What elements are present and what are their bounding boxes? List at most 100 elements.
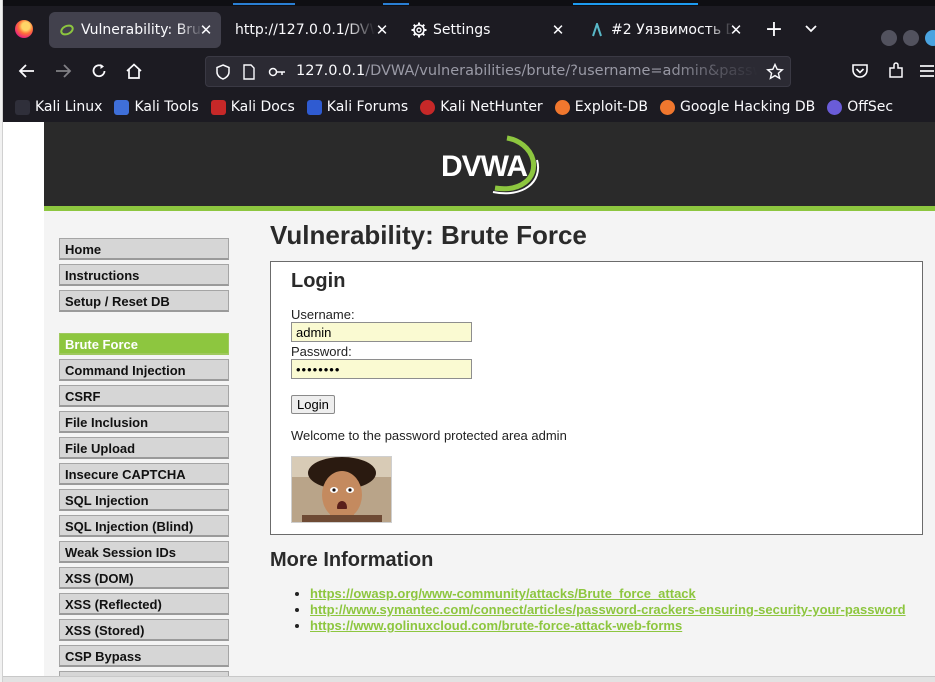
tab-dvwa-url[interactable]: http://127.0.0.1/DVWA/ ✕	[225, 12, 397, 48]
extensions-icon[interactable]	[885, 60, 907, 82]
bookmark-label: Kali Linux	[35, 99, 103, 115]
web-page: DVWA Home Instructions Setup / Reset DB Bru…	[3, 122, 935, 682]
close-tab-icon[interactable]: ✕	[727, 21, 745, 39]
kali-tools-icon	[114, 99, 130, 115]
menu-item-xss-dom[interactable]: XSS (DOM)	[59, 567, 229, 589]
horizontal-scrollbar[interactable]	[3, 676, 935, 682]
kali-dragon-icon	[15, 99, 30, 115]
menu-item-sql-injection-blind[interactable]: SQL Injection (Blind)	[59, 515, 229, 537]
menu-item-brute-force[interactable]: Brute Force	[59, 333, 229, 355]
menu-item-weak-session-ids[interactable]: Weak Session IDs	[59, 541, 229, 563]
page-info-icon[interactable]	[240, 63, 258, 81]
tab-settings[interactable]: Settings ✕	[401, 12, 573, 48]
offsec-icon	[827, 99, 843, 115]
golinuxcloud-link[interactable]: https://www.golinuxcloud.com/brute-force…	[310, 618, 682, 633]
app-menu-icon[interactable]	[915, 60, 935, 82]
bookmark-label: OffSec	[847, 99, 894, 115]
bookmark-offsec[interactable]: OffSec	[827, 99, 893, 115]
close-tab-icon[interactable]: ✕	[549, 21, 567, 39]
gear-icon	[411, 22, 427, 38]
permissions-icon[interactable]	[268, 63, 286, 81]
tab-list-chevron-icon[interactable]	[803, 20, 825, 42]
system-top-bar	[3, 0, 935, 6]
bookmark-label: Kali Tools	[134, 99, 199, 115]
url-text[interactable]: 127.0.0.1/DVWA/vulnerabilities/brute/?us…	[296, 63, 758, 79]
more-info-heading: More Information	[270, 549, 434, 571]
dvwa-logo[interactable]: DVWA	[431, 126, 561, 206]
symantec-link[interactable]: http://www.symantec.com/connect/articles…	[310, 602, 906, 617]
shield-icon[interactable]	[214, 63, 232, 81]
google-hacking-db-icon	[659, 99, 675, 115]
navigation-bar: 127.0.0.1/DVWA/vulnerabilities/brute/?us…	[3, 52, 935, 90]
list-item: http://www.symantec.com/connect/articles…	[310, 602, 930, 618]
username-input[interactable]	[291, 322, 472, 342]
new-tab-plus-icon[interactable]: +	[763, 19, 785, 42]
bookmark-label: Kali Forums	[326, 99, 409, 115]
menu-item-file-inclusion[interactable]: File Inclusion	[59, 411, 229, 433]
menu-item-instructions[interactable]: Instructions	[59, 264, 229, 286]
login-heading: Login	[291, 270, 346, 292]
minimize-window-icon[interactable]	[881, 30, 897, 46]
tab-label: http://127.0.0.1/DVWA/	[235, 22, 375, 38]
menu-item-sql-injection[interactable]: SQL Injection	[59, 489, 229, 511]
reload-icon[interactable]	[88, 60, 110, 82]
password-input[interactable]	[291, 359, 472, 379]
address-bar[interactable]: 127.0.0.1/DVWA/vulnerabilities/brute/?us…	[205, 56, 791, 87]
page-left-margin	[3, 122, 44, 682]
menu-item-csrf[interactable]: CSRF	[59, 385, 229, 407]
tab-dvwa-article[interactable]: #2 Уязвимость DVWA ✕	[579, 12, 751, 48]
maximize-window-icon[interactable]	[903, 30, 919, 46]
back-arrow-icon[interactable]	[16, 60, 38, 82]
exploit-db-icon	[554, 99, 570, 115]
main-content: Vulnerability: Brute Force Login Usernam…	[270, 220, 930, 634]
login-panel: Login Username: Password: Login Welcome …	[270, 261, 923, 535]
dvwa-sidebar-menu: Home Instructions Setup / Reset DB Brute Fo…	[59, 238, 229, 682]
menu-item-setup-reset-db[interactable]: Setup / Reset DB	[59, 290, 229, 312]
tab-label: Vulnerability: Brute Force	[81, 22, 203, 38]
menu-item-xss-stored[interactable]: XSS (Stored)	[59, 619, 229, 641]
firefox-icon[interactable]	[15, 20, 33, 38]
username-label: Username:	[291, 307, 355, 322]
kali-docs-icon	[210, 99, 226, 115]
more-info-links: https://owasp.org/www-community/attacks/…	[270, 586, 930, 634]
close-window-icon[interactable]	[925, 30, 935, 46]
bookmark-kali-tools[interactable]: Kali Tools	[114, 99, 199, 115]
tab-label: Settings	[433, 22, 491, 38]
page-icon	[589, 22, 605, 38]
dvwa-header: DVWA	[44, 122, 935, 206]
menu-item-command-injection[interactable]: Command Injection	[59, 359, 229, 381]
bookmark-google-hacking-db[interactable]: Google Hacking DB	[659, 99, 815, 115]
pocket-icon[interactable]	[849, 60, 871, 82]
bookmark-kali-docs[interactable]: Kali Docs	[210, 99, 295, 115]
menu-item-file-upload[interactable]: File Upload	[59, 437, 229, 459]
tab-brute-force[interactable]: Vulnerability: Brute Force ✕	[49, 12, 221, 48]
bookmark-exploit-db[interactable]: Exploit-DB	[554, 99, 648, 115]
header-accent-bar	[44, 206, 935, 211]
menu-item-insecure-captcha[interactable]: Insecure CAPTCHA	[59, 463, 229, 485]
menu-item-home[interactable]: Home	[59, 238, 229, 260]
kali-nethunter-icon	[420, 99, 436, 115]
welcome-message: Welcome to the password protected area a…	[291, 428, 567, 443]
url-path: /DVWA/vulnerabilities/brute/?username=ad…	[365, 63, 758, 79]
home-icon[interactable]	[123, 60, 145, 82]
bookmark-kali-linux[interactable]: Kali Linux	[15, 99, 102, 115]
password-label: Password:	[291, 344, 352, 359]
browser-chrome: Vulnerability: Brute Force ✕ http://127.…	[3, 0, 935, 122]
bookmark-label: Kali NetHunter	[440, 99, 543, 115]
admin-avatar-image	[291, 456, 392, 523]
bookmark-label: Kali Docs	[230, 99, 295, 115]
bookmarks-toolbar: Kali Linux Kali Tools Kali Docs Kali For…	[3, 94, 935, 120]
menu-item-csp-bypass[interactable]: CSP Bypass	[59, 645, 229, 667]
owasp-link[interactable]: https://owasp.org/www-community/attacks/…	[310, 586, 696, 601]
login-button[interactable]: Login	[291, 395, 335, 414]
forward-arrow-icon[interactable]	[52, 60, 74, 82]
bookmark-star-icon[interactable]	[766, 63, 784, 81]
bookmark-kali-nethunter[interactable]: Kali NetHunter	[420, 99, 543, 115]
close-tab-icon[interactable]: ✕	[197, 21, 215, 39]
dvwa-logo-text: DVWA	[441, 150, 527, 183]
close-tab-icon[interactable]: ✕	[373, 21, 391, 39]
list-item: https://owasp.org/www-community/attacks/…	[310, 586, 930, 602]
url-host: 127.0.0.1	[296, 63, 366, 79]
bookmark-kali-forums[interactable]: Kali Forums	[306, 99, 409, 115]
menu-item-xss-reflected[interactable]: XSS (Reflected)	[59, 593, 229, 615]
